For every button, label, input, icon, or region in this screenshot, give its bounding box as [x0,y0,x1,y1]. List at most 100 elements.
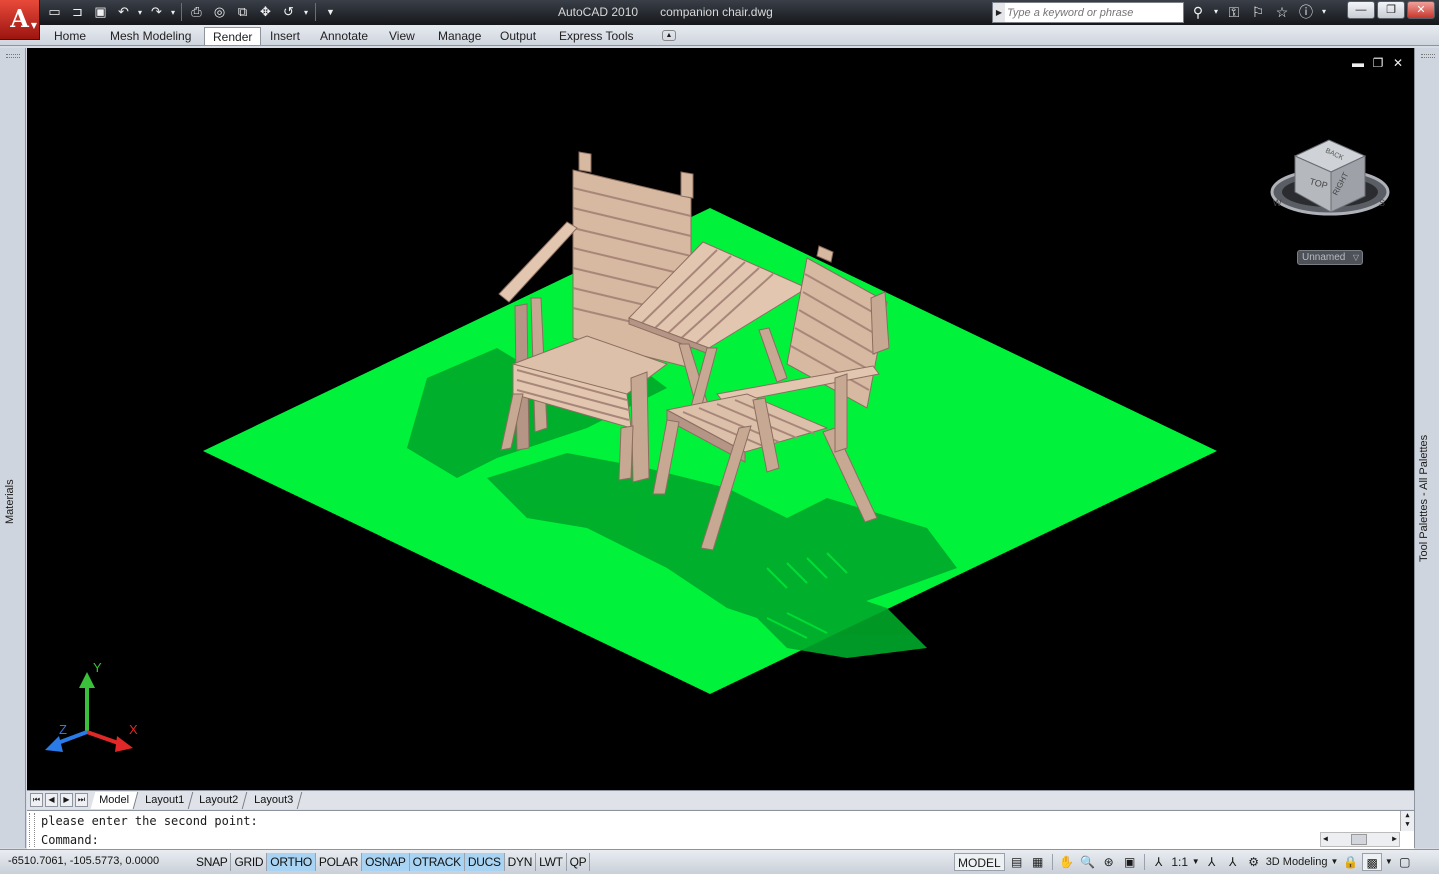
auto-scale-icon[interactable]: ⅄ [1224,853,1242,871]
maximize-button[interactable]: ❐ [1377,1,1405,19]
ortho-toggle[interactable]: ORTHO [267,853,316,871]
open-icon[interactable]: ⊐ [67,2,88,22]
publish-icon[interactable]: ⧉ [232,2,253,22]
chevron-down-icon[interactable]: ▼ [1330,853,1338,871]
tab-home[interactable]: Home [46,27,94,45]
hardware-acceleration-icon[interactable]: ▩ [1362,853,1382,871]
command-horizontal-scrollbar[interactable]: ◀ ▶ [1320,832,1400,847]
annotation-visibility-icon[interactable]: ⅄ [1203,853,1221,871]
close-viewport-icon[interactable]: ✕ [1392,56,1404,70]
minimize-button[interactable]: — [1347,1,1375,19]
search-input[interactable] [1007,4,1181,21]
tab-model[interactable]: Model [90,792,139,809]
workspace-gear-icon[interactable]: ⚙ [1245,853,1263,871]
save-icon[interactable]: ▣ [90,2,111,22]
tab-render[interactable]: Render [204,27,262,45]
steering-wheel-icon[interactable]: ⊛ [1100,853,1118,871]
materials-palette-label[interactable]: Materials [4,472,22,532]
palette-grip[interactable] [6,54,20,58]
close-button[interactable]: ✕ [1407,1,1435,19]
command-vertical-scrollbar[interactable]: ▲ ▼ [1400,811,1414,831]
model-space-button[interactable]: MODEL [954,853,1005,871]
last-layout-icon[interactable]: ⏭ [75,793,88,807]
otrack-toggle[interactable]: OTRACK [409,853,465,871]
binoculars-icon[interactable]: ⚲ [1188,2,1208,22]
customize-toolbar-icon[interactable]: ▼ [320,2,341,22]
minimize-ribbon-icon[interactable]: ▲ [662,30,676,41]
materials-palette-bar[interactable]: Materials [0,48,26,848]
scroll-left-icon[interactable]: ◀ [1323,834,1328,843]
quick-view-layouts-icon[interactable]: ▤ [1008,853,1026,871]
subscription-center-icon[interactable]: ⚿ [1224,2,1244,22]
snap-toggle[interactable]: SNAP [193,853,232,871]
customize-dropdown-icon[interactable]: ▾ [301,2,311,22]
grid-toggle[interactable]: GRID [231,853,268,871]
plot-preview-icon[interactable]: ◎ [209,2,230,22]
plot-icon[interactable]: ⎙ [186,2,207,22]
application-menu-button[interactable]: A ▼ [0,0,40,40]
tool-palettes-label[interactable]: Tool Palettes - All Palettes [1418,428,1436,568]
minimize-viewport-icon[interactable]: ▬ [1352,56,1364,70]
undo-icon[interactable]: ↶ [113,2,134,22]
pan-icon[interactable]: ✥ [255,2,276,22]
scroll-right-icon[interactable]: ▶ [1392,834,1397,843]
communication-center-icon[interactable]: ⚐ [1248,2,1268,22]
zoom-icon[interactable]: 🔍 [1079,853,1097,871]
polar-toggle[interactable]: POLAR [316,853,363,871]
ducs-toggle[interactable]: DUCS [464,853,505,871]
tab-express-tools[interactable]: Express Tools [551,27,641,45]
undo-dropdown-icon[interactable]: ▾ [136,2,144,22]
scroll-thumb[interactable] [1351,834,1367,845]
new-icon[interactable]: ▭ [44,2,65,22]
clean-screen-icon[interactable]: ▢ [1396,853,1414,871]
tab-insert[interactable]: Insert [262,27,308,45]
command-line-grip[interactable] [29,813,35,847]
viewcube[interactable]: TOP RIGHT BACK W S [1265,126,1395,236]
annotation-scale-icon[interactable]: ⅄ [1150,853,1168,871]
search-collapse-icon[interactable]: ▶ [993,3,1005,22]
named-view-menu[interactable]: Unnamed ▽ [1297,250,1363,265]
showmotion-icon[interactable]: ▣ [1121,853,1139,871]
lock-icon[interactable]: 🔒 [1341,853,1359,871]
toolbar-separator [315,3,316,21]
tab-layout1[interactable]: Layout1 [136,792,194,809]
status-menu-icon[interactable]: ▼ [1385,853,1393,871]
quick-view-drawings-icon[interactable]: ▦ [1029,853,1047,871]
autocad-window: A ▼ ▭ ⊐ ▣ ↶ ▾ ↷ ▾ ⎙ ◎ ⧉ ✥ ↺ ▾ ▼ AutoCAD … [0,0,1439,874]
osnap-toggle[interactable]: OSNAP [362,853,410,871]
tab-annotate[interactable]: Annotate [312,27,376,45]
first-layout-icon[interactable]: ⏮ [30,793,43,807]
favorites-star-icon[interactable]: ☆ [1272,2,1292,22]
chevron-down-icon[interactable]: ▾ [1212,2,1220,22]
status-tray: MODEL ▤ ▦ ✋ 🔍 ⊛ ▣ ⅄ 1:1 ▼ ⅄ ⅄ ⚙ 3D Model… [954,852,1414,872]
chevron-down-icon[interactable]: ▼ [1192,853,1200,871]
restore-viewport-icon[interactable]: ❐ [1372,56,1384,70]
drawing-viewport[interactable]: ▬ ❐ ✕ TOP RIGHT BACK W S Unnamed ▽ Y X Z [27,48,1414,790]
help-icon[interactable]: ⓘ [1296,2,1316,22]
coordinate-display[interactable]: -6510.7061, -105.5773, 0.0000 [8,855,159,867]
qp-toggle[interactable]: QP [567,853,591,871]
tab-view[interactable]: View [381,27,423,45]
redo-dropdown-icon[interactable]: ▾ [169,2,177,22]
compass-west[interactable]: W [1273,198,1282,208]
pan-icon[interactable]: ✋ [1058,853,1076,871]
palette-grip[interactable] [1421,54,1435,58]
previous-layout-icon[interactable]: ◀ [45,793,58,807]
orbit-icon[interactable]: ↺ [278,2,299,22]
dyn-toggle[interactable]: DYN [505,853,537,871]
lwt-toggle[interactable]: LWT [536,853,567,871]
workspace-switch[interactable]: 3D Modeling [1266,853,1328,871]
command-line[interactable]: please enter the second point: Command: … [27,810,1414,849]
tab-mesh-modeling[interactable]: Mesh Modeling [102,27,199,45]
redo-icon[interactable]: ↷ [146,2,167,22]
tab-manage[interactable]: Manage [430,27,489,45]
annotation-scale-value[interactable]: 1:1 [1171,853,1189,871]
chevron-down-icon[interactable]: ▾ [1320,2,1328,22]
tab-output[interactable]: Output [492,27,544,45]
tool-palettes-bar[interactable]: Tool Palettes - All Palettes [1414,48,1439,848]
compass-south[interactable]: S [1379,198,1385,208]
tab-layout2[interactable]: Layout2 [190,792,248,809]
next-layout-icon[interactable]: ▶ [60,793,73,807]
tab-layout3[interactable]: Layout3 [245,792,303,809]
command-prompt[interactable]: Command: [41,833,99,847]
